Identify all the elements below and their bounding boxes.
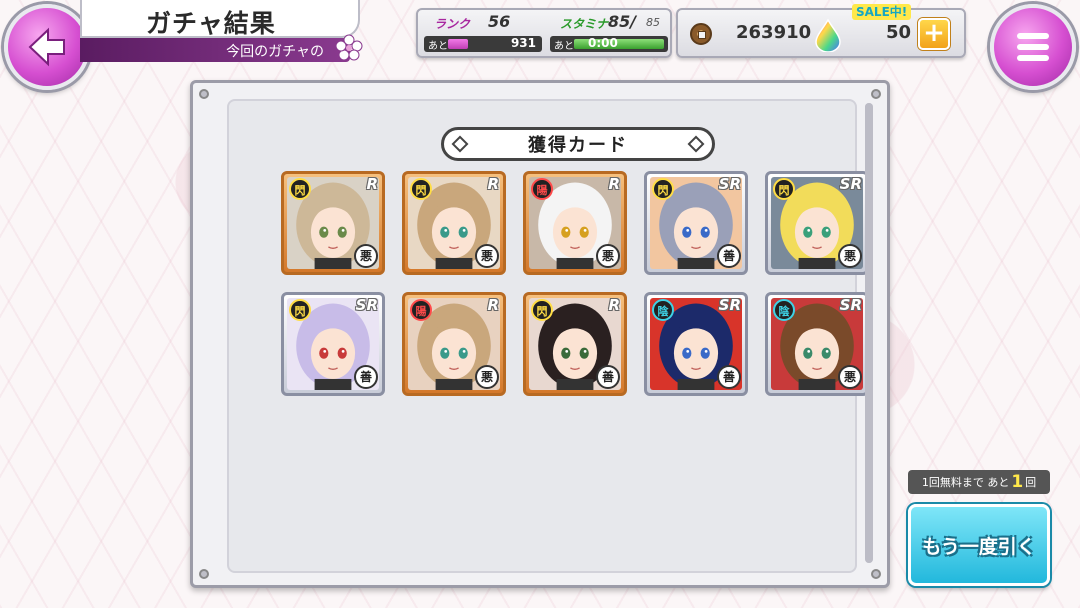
attribute-badge: 閃 (289, 178, 311, 200)
scrollbar-thumb[interactable] (865, 103, 873, 563)
rarity-label: R (366, 175, 378, 193)
scrollbar[interactable] (865, 103, 873, 563)
stamina-label: スタミナ (560, 17, 609, 31)
sakura-flower-icon (335, 34, 363, 61)
results-frame: 獲得カード 閃 R 悪閃 R 悪陽 R 悪閃 SR 善閃 SR 悪閃 SR 善陽 R 悪閃 R 善陰 SR 善陰 SR… (190, 80, 890, 588)
alignment-badge: 悪 (596, 244, 620, 268)
attribute-badge: 閃 (531, 299, 553, 321)
rank-exp-fill (448, 39, 468, 49)
stamina-bar-prefix: あと (554, 41, 574, 52)
attribute-badge: 陽 (410, 299, 432, 321)
card-item[interactable]: 閃 SR 悪 (765, 171, 869, 275)
attribute-badge: 閃 (289, 299, 311, 321)
alignment-badge: 悪 (475, 365, 499, 389)
screw-icon (199, 89, 209, 99)
card-grid: 閃 R 悪閃 R 悪陽 R 悪閃 SR 善閃 SR 悪閃 SR 善陽 R 悪閃 R 善陰 SR 善陰 SR 悪 (281, 171, 881, 396)
free-pull-suffix: 回 (1025, 476, 1037, 489)
rarity-label: SR (718, 175, 741, 193)
status-panel: ランク 56 あと 931 スタミナ 85/ 85 あと 0:00 (416, 8, 672, 58)
rarity-label: R (487, 175, 499, 193)
stamina-recovery-time: 0:00 (588, 36, 618, 50)
screw-icon (871, 89, 881, 99)
rarity-label: SR (839, 296, 862, 314)
sale-badge: SALE中! (852, 4, 912, 20)
card-item[interactable]: 閃 SR 善 (644, 171, 748, 275)
menu-button[interactable] (990, 4, 1076, 90)
rank-bar-prefix: あと (428, 41, 448, 52)
pull-again-label: もう一度引く (922, 535, 1036, 558)
stamina-max: 85 (646, 16, 660, 29)
alignment-badge: 悪 (838, 365, 862, 389)
screw-icon (871, 569, 881, 579)
attribute-badge: 閃 (773, 178, 795, 200)
subtitle-bar: 今回のガチャの (80, 38, 350, 62)
rarity-label: R (608, 296, 620, 314)
stamina-bar: あと 0:00 (550, 36, 668, 52)
stamina-value: 85/ (608, 12, 637, 31)
page-subtitle: 今回のガチャの (226, 44, 324, 60)
gem-count: 50 (886, 22, 912, 43)
card-item[interactable]: 閃 SR 善 (281, 292, 385, 396)
rarity-label: R (487, 296, 499, 314)
rarity-label: SR (718, 296, 741, 314)
results-panel: 獲得カード 閃 R 悪閃 R 悪陽 R 悪閃 SR 善閃 SR 悪閃 SR 善陽 R 悪閃 R 善陰 SR 善陰 SR… (227, 99, 869, 573)
gem-drop-icon (815, 18, 841, 52)
rarity-label: R (608, 175, 620, 193)
screw-icon (199, 569, 209, 579)
card-item[interactable]: 陽 R 悪 (523, 171, 627, 275)
card-item[interactable]: 閃 R 善 (523, 292, 627, 396)
alignment-badge: 悪 (475, 244, 499, 268)
attribute-badge: 閃 (652, 178, 674, 200)
section-title: 獲得カード (528, 135, 628, 156)
add-gems-button[interactable]: + (918, 18, 950, 50)
attribute-badge: 陰 (652, 299, 674, 321)
rank-stat: ランク 56 あと 931 (424, 12, 542, 56)
rarity-label: SR (355, 296, 378, 314)
card-item[interactable]: 陰 SR 悪 (765, 292, 869, 396)
card-item[interactable]: 閃 R 悪 (402, 171, 506, 275)
card-item[interactable]: 陰 SR 善 (644, 292, 748, 396)
card-item[interactable]: 陽 R 悪 (402, 292, 506, 396)
back-arrow-icon (28, 27, 65, 67)
stamina-stat: スタミナ 85/ 85 あと 0:00 (550, 12, 668, 56)
attribute-badge: 陰 (773, 299, 795, 321)
pull-again-button[interactable]: もう一度引く (908, 504, 1050, 586)
diamond-icon (451, 135, 469, 153)
hamburger-menu-icon (1017, 33, 1049, 61)
alignment-badge: 善 (354, 365, 378, 389)
section-header: 獲得カード (441, 127, 715, 161)
alignment-badge: 善 (717, 365, 741, 389)
coin-icon (690, 23, 712, 45)
alignment-badge: 悪 (838, 244, 862, 268)
coin-count: 263910 (736, 22, 812, 43)
currency-panel: 263910 SALE中! 50 + (676, 4, 966, 58)
rank-value: 56 (488, 12, 511, 31)
alignment-badge: 善 (596, 365, 620, 389)
rank-label: ランク (434, 17, 471, 31)
free-pull-count: 1 (1011, 472, 1024, 492)
alignment-badge: 悪 (354, 244, 378, 268)
attribute-badge: 閃 (410, 178, 432, 200)
attribute-badge: 陽 (531, 178, 553, 200)
title-plate: ガチャ結果 今回のガチャの (80, 0, 364, 62)
free-pull-info: 1回無料まで あと 1 回 (908, 470, 1050, 494)
free-pull-prefix: 1回無料まで あと (921, 476, 1010, 489)
card-item[interactable]: 閃 R 悪 (281, 171, 385, 275)
back-button[interactable] (4, 4, 90, 90)
rarity-label: SR (839, 175, 862, 193)
rank-exp-bar: あと 931 (424, 36, 542, 52)
rank-exp-remaining: 931 (510, 36, 536, 50)
alignment-badge: 善 (717, 244, 741, 268)
page-title: ガチャ結果 (146, 9, 276, 38)
diamond-icon (687, 135, 705, 153)
